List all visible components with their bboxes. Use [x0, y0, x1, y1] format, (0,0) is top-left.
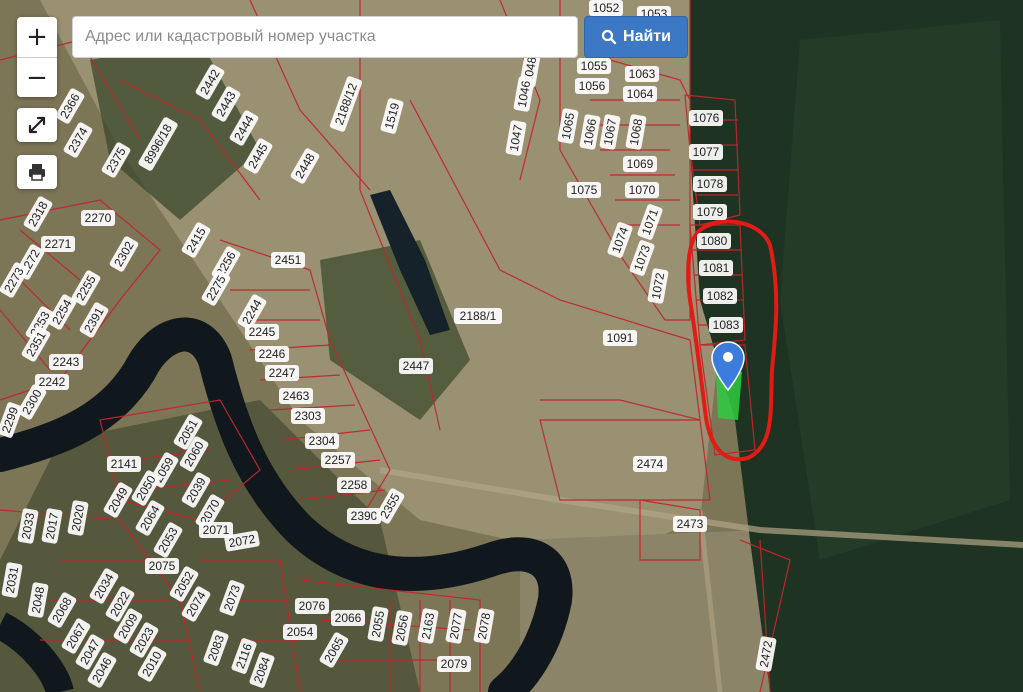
- svg-text:2243: 2243: [53, 355, 80, 369]
- parcel-label[interactable]: 1063: [625, 66, 659, 82]
- parcel-label[interactable]: 1080: [697, 233, 731, 249]
- parcel-label[interactable]: 1077: [689, 144, 723, 160]
- parcel-label[interactable]: 1081: [699, 260, 733, 276]
- parcel-label[interactable]: 2303: [291, 408, 325, 424]
- fullscreen-button[interactable]: [17, 108, 57, 142]
- parcel-label[interactable]: 2474: [633, 456, 667, 472]
- svg-text:2071: 2071: [203, 523, 230, 537]
- svg-text:2270: 2270: [85, 211, 112, 225]
- svg-text:2257: 2257: [325, 453, 352, 467]
- svg-text:2188/1: 2188/1: [460, 309, 497, 323]
- fullscreen-icon: [28, 116, 46, 134]
- parcel-label[interactable]: 2079: [437, 656, 471, 672]
- svg-text:2473: 2473: [677, 517, 704, 531]
- svg-text:2054: 2054: [287, 625, 314, 639]
- parcel-label[interactable]: 2075: [145, 558, 179, 574]
- svg-text:1082: 1082: [707, 289, 734, 303]
- parcel-label[interactable]: 1076: [689, 110, 723, 126]
- parcel-label[interactable]: 1064: [623, 86, 657, 102]
- parcel-label[interactable]: 1079: [693, 204, 727, 220]
- svg-text:2258: 2258: [341, 478, 368, 492]
- parcel-label[interactable]: 2304: [305, 433, 339, 449]
- parcel-label[interactable]: 2141: [107, 456, 141, 472]
- parcel-label[interactable]: 2463: [279, 388, 313, 404]
- parcel-label[interactable]: 2270: [81, 210, 115, 226]
- svg-text:2451: 2451: [275, 253, 302, 267]
- satellite-map[interactable]: 1052 10531055106310561064104810461047 1065…: [0, 0, 1023, 692]
- parcel-label[interactable]: 2246: [255, 346, 289, 362]
- parcel-label[interactable]: 2245: [245, 324, 279, 340]
- parcel-label[interactable]: 2447: [399, 358, 433, 374]
- svg-text:2271: 2271: [45, 237, 72, 251]
- svg-text:1091: 1091: [607, 331, 634, 345]
- svg-text:1079: 1079: [697, 205, 724, 219]
- parcel-label[interactable]: 2257: [321, 452, 355, 468]
- search-button[interactable]: Найти: [584, 16, 688, 58]
- svg-text:1077: 1077: [693, 145, 720, 159]
- svg-text:2075: 2075: [149, 559, 176, 573]
- search-input[interactable]: [72, 16, 578, 58]
- svg-text:2242: 2242: [39, 375, 66, 389]
- svg-text:1080: 1080: [701, 234, 728, 248]
- forest-east-texture: [780, 20, 1010, 560]
- svg-text:1078: 1078: [697, 177, 724, 191]
- svg-text:2245: 2245: [249, 325, 276, 339]
- svg-text:1069: 1069: [627, 157, 654, 171]
- parcel-label[interactable]: 2066: [331, 610, 365, 626]
- svg-text:1083: 1083: [713, 318, 740, 332]
- svg-text:2304: 2304: [309, 434, 336, 448]
- svg-text:1052: 1052: [593, 1, 620, 15]
- zoom-out-icon: −: [26, 63, 48, 93]
- svg-text:2066: 2066: [335, 611, 362, 625]
- svg-text:2079: 2079: [441, 657, 468, 671]
- svg-text:1056: 1056: [579, 79, 606, 93]
- svg-text:2303: 2303: [295, 409, 322, 423]
- parcel-label[interactable]: 1052: [589, 0, 623, 16]
- svg-text:1055: 1055: [581, 59, 608, 73]
- parcel-label[interactable]: 1082: [703, 288, 737, 304]
- svg-text:1070: 1070: [629, 183, 656, 197]
- parcel-label[interactable]: 1075: [567, 182, 601, 198]
- svg-text:1063: 1063: [629, 67, 656, 81]
- parcel-label[interactable]: 2076: [295, 598, 329, 614]
- search-icon: [601, 29, 617, 45]
- print-icon: [29, 164, 45, 181]
- parcel-label[interactable]: 2188/1: [454, 308, 502, 324]
- parcel-label[interactable]: 1069: [623, 156, 657, 172]
- parcel-label[interactable]: 1055: [577, 58, 611, 74]
- parcel-label[interactable]: 2451: [271, 252, 305, 268]
- parcel-label[interactable]: 1091: [603, 330, 637, 346]
- parcel-label[interactable]: 1083: [709, 317, 743, 333]
- zoom-control: + −: [17, 17, 57, 97]
- parcel-label[interactable]: 1078: [693, 176, 727, 192]
- search-button-label: Найти: [623, 28, 671, 45]
- svg-text:2076: 2076: [299, 599, 326, 613]
- parcel-label[interactable]: 2243: [49, 354, 83, 370]
- svg-text:2463: 2463: [283, 389, 310, 403]
- svg-text:2390: 2390: [351, 509, 378, 523]
- svg-text:2474: 2474: [637, 457, 664, 471]
- svg-text:2141: 2141: [111, 457, 138, 471]
- svg-text:1076: 1076: [693, 111, 720, 125]
- svg-text:1064: 1064: [627, 87, 654, 101]
- svg-text:2247: 2247: [269, 366, 296, 380]
- svg-text:2447: 2447: [403, 359, 430, 373]
- parcel-label[interactable]: 1056: [575, 78, 609, 94]
- svg-text:1081: 1081: [703, 261, 730, 275]
- parcel-label[interactable]: 2271: [41, 236, 75, 252]
- parcel-label[interactable]: 2473: [673, 516, 707, 532]
- parcel-label[interactable]: 1070: [625, 182, 659, 198]
- svg-text:2246: 2246: [259, 347, 286, 361]
- parcel-label[interactable]: 2258: [337, 477, 371, 493]
- zoom-in-icon: +: [26, 22, 48, 52]
- parcel-label[interactable]: 2247: [265, 365, 299, 381]
- zoom-in-button[interactable]: +: [17, 17, 57, 57]
- svg-text:1075: 1075: [571, 183, 598, 197]
- parcel-label[interactable]: 2054: [283, 624, 317, 640]
- print-button[interactable]: [17, 155, 57, 189]
- zoom-out-button[interactable]: −: [17, 57, 57, 98]
